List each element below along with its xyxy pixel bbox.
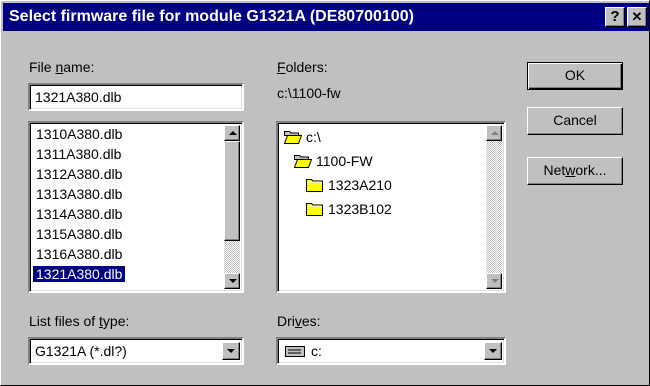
firmware-select-dialog: Select firmware file for module G1321A (… [0,0,650,386]
ok-button[interactable]: OK [527,62,623,90]
file-list-item[interactable]: 1310A380.dlb [33,126,125,142]
title-bar[interactable]: Select firmware file for module G1321A (… [3,3,649,31]
close-button[interactable]: ✕ [627,7,647,27]
file-name-value: 1321A380.dlb [35,89,122,105]
file-list-item[interactable]: 1312A380.dlb [33,166,125,182]
file-list-item[interactable]: 1315A380.dlb [33,226,125,242]
file-name-label: File name: [29,59,95,75]
folder-tree[interactable]: c:\ 1100-FW 1323A210 1323B102 [276,121,506,293]
file-type-label: List files of type: [29,313,130,329]
arrow-up-icon [229,131,237,135]
drives-label: Drives: [277,313,321,329]
folder-name: 1100-FW [316,153,373,169]
file-name-input[interactable]: 1321A380.dlb [28,83,244,111]
help-button[interactable]: ? [605,7,625,27]
file-list[interactable]: 1310A380.dlb 1311A380.dlb 1312A380.dlb 1313… [28,121,244,293]
drive-icon [285,346,305,357]
chevron-down-icon [489,349,497,353]
open-folder-icon [294,155,312,168]
folder-tree-scrollbar[interactable] [486,125,502,289]
folders-label: Folders: [277,59,328,75]
folder-icon [306,203,323,216]
folder-icon [306,179,323,192]
scroll-down-button[interactable] [486,273,502,289]
help-icon: ? [610,8,620,25]
network-button[interactable]: Network... [527,157,623,185]
file-list-item[interactable]: 1311A380.dlb [33,146,124,162]
file-type-select[interactable]: G1321A (*.dl?) [28,337,244,365]
file-list-item[interactable]: 1313A380.dlb [33,186,125,202]
scroll-up-button[interactable] [224,125,240,141]
network-label: Network... [543,162,607,178]
scroll-down-button[interactable] [224,273,240,289]
arrow-up-icon [491,131,499,135]
open-folder-icon [284,131,302,144]
cancel-label: Cancel [553,112,597,128]
file-list-item[interactable]: 1314A380.dlb [33,206,125,222]
close-icon: ✕ [631,9,643,24]
drives-dropdown-button[interactable] [484,342,502,360]
folder-name: 1323B102 [328,201,392,217]
chevron-down-icon [227,349,235,353]
folder-name: c:\ [306,129,321,145]
dialog-title: Select firmware file for module G1321A (… [9,8,414,25]
file-list-scrollbar[interactable] [224,125,240,289]
arrow-down-icon [491,279,499,283]
file-type-value: G1321A (*.dl?) [35,343,127,359]
drives-select[interactable]: c: [276,337,506,365]
scroll-up-button[interactable] [486,125,502,141]
file-type-dropdown-button[interactable] [222,342,240,360]
drive-value: c: [311,343,322,359]
cancel-button[interactable]: Cancel [527,107,623,135]
scroll-thumb[interactable] [224,141,240,241]
ok-label: OK [564,67,586,83]
folder-name: 1323A210 [328,177,392,193]
arrow-down-icon [229,279,237,283]
file-list-item[interactable]: 1316A380.dlb [33,246,125,262]
file-list-item[interactable]: 1321A380.dlb [33,266,126,282]
current-path: c:\1100-fw [277,85,341,101]
